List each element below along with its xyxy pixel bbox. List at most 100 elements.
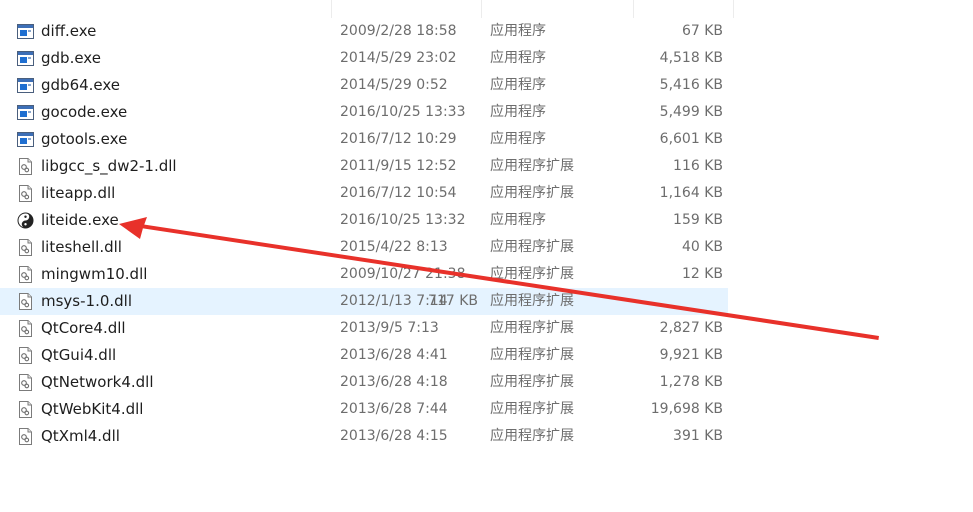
file-size: 5,499 KB xyxy=(659,104,723,120)
dll-icon xyxy=(17,401,34,418)
file-size: 2,827 KB xyxy=(659,320,723,336)
file-row[interactable]: liteshell.dll 2015/4/22 8:13 应用程序扩展 40 KB xyxy=(0,234,973,261)
file-name: QtNetwork4.dll xyxy=(41,373,154,391)
file-date-modified: 2014/5/29 0:52 xyxy=(340,77,448,93)
file-type: 应用程序扩展 xyxy=(490,374,574,390)
file-list: diff.exe 2009/2/28 18:58 应用程序 67 KB gdb.exe 2… xyxy=(0,18,973,450)
file-row[interactable]: QtXml4.dll 2013/6/28 4:15 应用程序扩展 391 KB xyxy=(0,423,973,450)
file-date-modified: 2013/6/28 4:15 xyxy=(340,428,448,444)
file-date-modified: 2016/7/12 10:29 xyxy=(340,131,457,147)
file-row[interactable]: diff.exe 2009/2/28 18:58 应用程序 67 KB xyxy=(0,18,973,45)
file-type: 应用程序扩展 xyxy=(490,347,574,363)
dll-icon xyxy=(17,428,34,445)
file-size: 5,416 KB xyxy=(659,77,723,93)
file-type: 应用程序 xyxy=(490,23,546,39)
file-row[interactable]: QtWebKit4.dll 2013/6/28 7:44 应用程序扩展 19,698 … xyxy=(0,396,973,423)
file-size: 1,278 KB xyxy=(659,374,723,390)
file-size: 6,601 KB xyxy=(659,131,723,147)
exe-icon xyxy=(17,77,34,94)
file-name: msys-1.0.dll xyxy=(41,292,133,310)
file-date-modified: 2015/4/22 8:13 xyxy=(340,239,448,255)
dll-icon xyxy=(17,320,34,337)
file-type: 应用程序扩展 xyxy=(490,158,574,174)
dll-icon xyxy=(17,374,34,391)
file-type: 应用程序 xyxy=(490,77,546,93)
file-date-modified: 2013/6/28 4:18 xyxy=(340,374,448,390)
file-name: gdb.exe xyxy=(41,49,101,67)
file-name: QtWebKit4.dll xyxy=(41,400,144,418)
file-name: diff.exe xyxy=(41,22,97,40)
file-date-modified: 2013/6/28 4:41 xyxy=(340,347,448,363)
file-size: 9,921 KB xyxy=(659,347,723,363)
file-name: mingwm10.dll xyxy=(41,265,148,283)
dll-icon xyxy=(17,266,34,283)
file-date-modified: 2011/9/15 12:52 xyxy=(340,158,457,174)
file-row[interactable]: msys-1.0.dll 2012/1/13 7:14 应用程序扩展 717 KB xyxy=(0,288,728,315)
exe-icon xyxy=(17,50,34,67)
file-name: QtCore4.dll xyxy=(41,319,126,337)
dll-icon xyxy=(17,347,34,364)
file-row[interactable]: liteide.exe 2016/10/25 13:32 应用程序 159 KB xyxy=(0,207,973,234)
file-size: 159 KB xyxy=(673,212,723,228)
file-type: 应用程序扩展 xyxy=(490,185,574,201)
file-date-modified: 2013/9/5 7:13 xyxy=(340,320,439,336)
exe-icon xyxy=(17,104,34,121)
file-name: QtGui4.dll xyxy=(41,346,117,364)
file-size: 391 KB xyxy=(673,428,723,444)
file-row[interactable]: mingwm10.dll 2009/10/27 21:38 应用程序扩展 12 KB xyxy=(0,261,973,288)
file-row[interactable]: QtCore4.dll 2013/9/5 7:13 应用程序扩展 2,827 KB xyxy=(0,315,973,342)
file-name: liteide.exe xyxy=(41,211,119,229)
file-row[interactable]: libgcc_s_dw2-1.dll 2011/9/15 12:52 应用程序扩展 1… xyxy=(0,153,973,180)
file-name: liteshell.dll xyxy=(41,238,122,256)
file-type: 应用程序扩展 xyxy=(490,428,574,444)
exe-icon xyxy=(17,23,34,40)
dll-icon xyxy=(17,158,34,175)
column-divider[interactable] xyxy=(481,0,482,18)
file-size: 4,518 KB xyxy=(659,50,723,66)
file-type: 应用程序 xyxy=(490,50,546,66)
file-size: 717 KB xyxy=(428,293,478,309)
file-type: 应用程序扩展 xyxy=(490,401,574,417)
file-name: gocode.exe xyxy=(41,103,128,121)
file-size: 12 KB xyxy=(681,266,723,282)
file-size: 116 KB xyxy=(673,158,723,174)
file-date-modified: 2016/7/12 10:54 xyxy=(340,185,457,201)
file-row[interactable]: gocode.exe 2016/10/25 13:33 应用程序 5,499 KB xyxy=(0,99,973,126)
file-size: 1,164 KB xyxy=(659,185,723,201)
file-date-modified: 2016/10/25 13:33 xyxy=(340,104,466,120)
file-date-modified: 2016/10/25 13:32 xyxy=(340,212,466,228)
column-divider[interactable] xyxy=(331,0,332,18)
column-divider[interactable] xyxy=(633,0,634,18)
dll-icon xyxy=(17,293,34,310)
file-size: 67 KB xyxy=(681,23,723,39)
file-row[interactable]: QtGui4.dll 2013/6/28 4:41 应用程序扩展 9,921 KB xyxy=(0,342,973,369)
file-row[interactable]: gdb.exe 2014/5/29 23:02 应用程序 4,518 KB xyxy=(0,45,973,72)
file-type: 应用程序 xyxy=(490,104,546,120)
dll-icon xyxy=(17,185,34,202)
column-divider[interactable] xyxy=(733,0,734,18)
file-type: 应用程序 xyxy=(490,212,546,228)
file-date-modified: 2009/2/28 18:58 xyxy=(340,23,457,39)
file-name: libgcc_s_dw2-1.dll xyxy=(41,157,177,175)
file-name: gdb64.exe xyxy=(41,76,121,94)
file-date-modified: 2009/10/27 21:38 xyxy=(340,266,466,282)
file-name: liteapp.dll xyxy=(41,184,116,202)
file-row[interactable]: gotools.exe 2016/7/12 10:29 应用程序 6,601 KB xyxy=(0,126,973,153)
file-type: 应用程序扩展 xyxy=(490,320,574,336)
file-row[interactable]: liteapp.dll 2016/7/12 10:54 应用程序扩展 1,164 KB xyxy=(0,180,973,207)
exe-icon xyxy=(17,131,34,148)
file-date-modified: 2013/6/28 7:44 xyxy=(340,401,448,417)
file-size: 40 KB xyxy=(681,239,723,255)
file-type: 应用程序扩展 xyxy=(490,266,574,282)
file-size: 19,698 KB xyxy=(650,401,723,417)
file-type: 应用程序 xyxy=(490,131,546,147)
file-row[interactable]: QtNetwork4.dll 2013/6/28 4:18 应用程序扩展 1,278 … xyxy=(0,369,973,396)
file-row[interactable]: gdb64.exe 2014/5/29 0:52 应用程序 5,416 KB xyxy=(0,72,973,99)
file-type: 应用程序扩展 xyxy=(490,239,574,255)
file-name: gotools.exe xyxy=(41,130,128,148)
file-type: 应用程序扩展 xyxy=(490,293,574,309)
file-date-modified: 2014/5/29 23:02 xyxy=(340,50,457,66)
file-name: QtXml4.dll xyxy=(41,427,120,445)
dll-icon xyxy=(17,239,34,256)
liteide-icon xyxy=(17,212,34,229)
